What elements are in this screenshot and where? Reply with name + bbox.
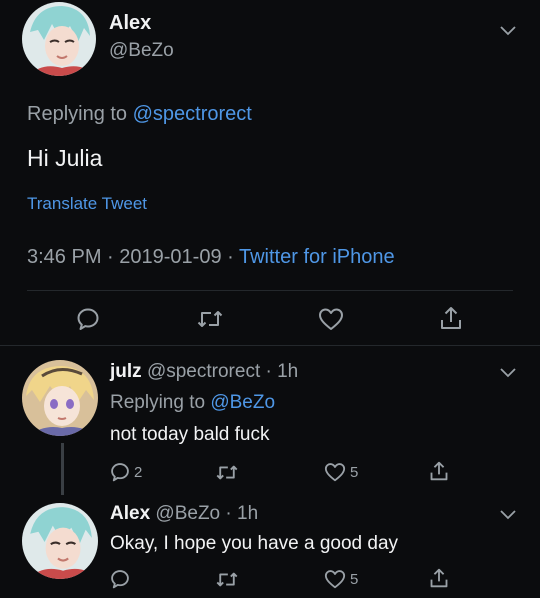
share-button[interactable] bbox=[439, 305, 463, 331]
reply-text: not today bald fuck bbox=[110, 424, 270, 445]
like-icon bbox=[324, 463, 346, 482]
like-count: 5 bbox=[350, 463, 359, 481]
reply-button[interactable] bbox=[110, 569, 130, 589]
like-icon bbox=[319, 308, 343, 330]
reply-icon bbox=[111, 570, 129, 589]
tweet-text: Hi Julia bbox=[27, 145, 103, 171]
reply-count: 2 bbox=[134, 463, 143, 481]
like-icon bbox=[324, 570, 346, 589]
replying-to-line: Replying to @spectrorect bbox=[27, 103, 252, 126]
tweet-meta: 3:46 PM · 2019-01-09 · Twitter for iPhon… bbox=[27, 246, 395, 269]
share-button[interactable] bbox=[429, 460, 449, 482]
retweet-icon bbox=[216, 465, 238, 480]
retweet-button[interactable] bbox=[197, 308, 223, 330]
retweet-button[interactable] bbox=[216, 570, 238, 589]
author-name[interactable]: Alex bbox=[109, 12, 151, 35]
chevron-down-icon[interactable] bbox=[500, 368, 516, 378]
share-button[interactable] bbox=[429, 567, 449, 589]
replying-to-prefix: Replying to bbox=[110, 392, 211, 413]
like-button[interactable]: 5 bbox=[324, 462, 358, 482]
like-button[interactable] bbox=[318, 307, 344, 331]
divider bbox=[0, 345, 540, 346]
translate-tweet-link[interactable]: Translate Tweet bbox=[27, 194, 147, 214]
replying-to-line: Replying to @BeZo bbox=[110, 392, 275, 414]
reply-button[interactable] bbox=[76, 307, 100, 331]
like-count: 5 bbox=[350, 570, 359, 588]
reply-author-name[interactable]: Alex bbox=[110, 503, 150, 524]
replying-to-prefix: Replying to bbox=[27, 103, 133, 125]
divider bbox=[27, 290, 513, 291]
avatar-alex[interactable] bbox=[22, 2, 96, 76]
share-icon bbox=[441, 307, 461, 329]
author-handle[interactable]: @BeZo bbox=[109, 40, 174, 62]
retweet-button[interactable] bbox=[216, 463, 238, 482]
replying-to-link[interactable]: @BeZo bbox=[210, 392, 275, 413]
reply-author-name[interactable]: julz bbox=[110, 361, 142, 382]
avatar-julz[interactable] bbox=[22, 360, 98, 436]
reply-icon bbox=[111, 463, 129, 482]
replying-to-link[interactable]: @spectrorect bbox=[133, 103, 252, 125]
reply-icon bbox=[77, 308, 99, 330]
tweet-source-link[interactable]: Twitter for iPhone bbox=[239, 246, 395, 268]
share-icon bbox=[430, 461, 448, 481]
retweet-icon bbox=[197, 311, 223, 327]
reply-header: Alex @BeZo · 1h bbox=[110, 503, 258, 525]
like-button[interactable]: 5 bbox=[324, 569, 358, 589]
chevron-down-icon[interactable] bbox=[500, 26, 516, 36]
share-icon bbox=[430, 568, 448, 588]
reply-handle-time[interactable]: @spectrorect · 1h bbox=[147, 361, 298, 382]
reply-header: julz @spectrorect · 1h bbox=[110, 361, 298, 383]
tweet-timestamp: 3:46 PM · 2019-01-09 · bbox=[27, 246, 239, 268]
chevron-down-icon[interactable] bbox=[500, 510, 516, 520]
thread-line bbox=[61, 443, 64, 495]
reply-text: Okay, I hope you have a good day bbox=[110, 533, 399, 554]
avatar-alex[interactable] bbox=[22, 503, 98, 579]
reply-button[interactable]: 2 bbox=[110, 462, 142, 482]
retweet-icon bbox=[216, 572, 238, 587]
reply-handle-time[interactable]: @BeZo · 1h bbox=[155, 503, 258, 524]
